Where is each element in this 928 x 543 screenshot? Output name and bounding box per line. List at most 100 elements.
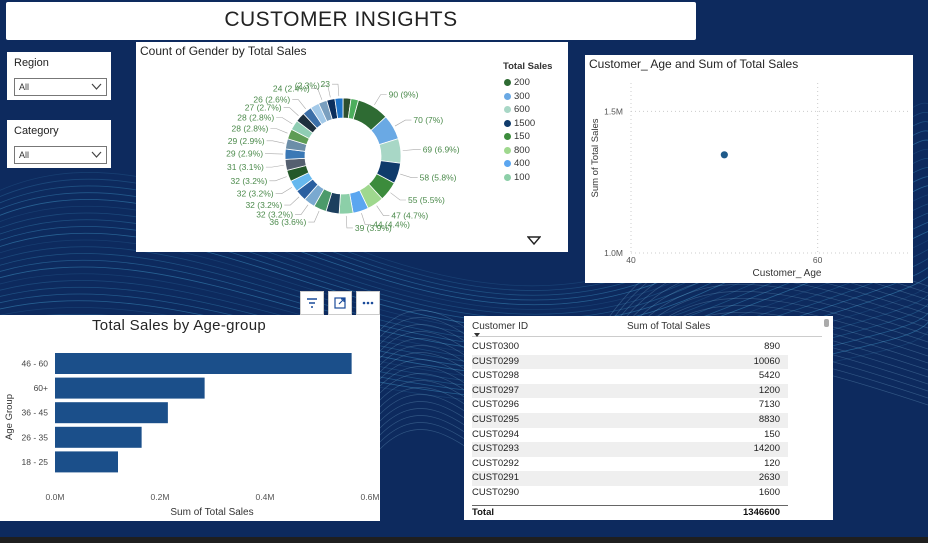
donut-data-label: 69 (6.9%) [423,145,460,155]
table-row[interactable]: CUST0293 14200 [472,442,788,457]
table-row[interactable]: CUST0296 7130 [472,398,788,413]
table-row[interactable]: CUST0294 150 [472,427,788,443]
donut-data-label: 32 (3.2%) [245,200,282,210]
category-slicer-label: Category [14,125,59,137]
legend-item[interactable]: 400 [504,157,535,171]
bar-x-label: Sum of Total Sales [170,507,253,518]
cell-total-sales: 5420 [758,370,780,382]
table-header: Customer ID Sum of Total Sales [472,321,822,337]
table-row[interactable]: CUST0300 890 [472,340,788,355]
cell-customer-id: CUST0292 [472,457,519,469]
table-row[interactable]: CUST0291 2630 [472,471,788,486]
donut-data-label: 26 (2.6%) [253,95,290,105]
scatter-x-tick: 60 [813,255,823,265]
legend-swatch [504,133,511,141]
cell-customer-id: CUST0295 [472,414,519,425]
legend-item[interactable]: 100 [504,171,535,185]
legend-label: 100 [514,171,530,183]
legend-item[interactable]: 800 [504,144,535,158]
customer-sales-table[interactable]: Customer ID Sum of Total Sales CUST0300 8… [464,316,833,520]
legend-label: 300 [514,90,530,102]
cell-total-sales: 2630 [758,472,780,484]
donut-leader-line [292,99,306,110]
table-scrollbar[interactable] [824,319,829,327]
bar-x-tick: 0.4M [256,492,275,502]
filter-icon[interactable] [300,291,324,315]
table-row[interactable]: CUST0290 1600 [472,486,788,501]
legend-label: 800 [514,144,530,156]
legend-item[interactable]: 1500 [504,117,535,131]
cell-customer-id: CUST0294 [472,428,519,440]
focus-mode-icon[interactable] [328,291,352,315]
cell-customer-id: CUST0297 [472,384,519,396]
donut-data-label: 28 (2.8%) [237,112,274,122]
bar-x-tick: 0.6M [361,492,380,502]
donut-leader-line [283,107,299,116]
scatter-y-tick: 1.0M [604,248,623,258]
donut-data-label: 58 (5.8%) [420,173,457,183]
table-row[interactable]: CUST0295 8830 [472,413,788,428]
legend-swatch [504,160,511,168]
donut-leader-line [269,176,287,182]
donut-data-label: 28 (2.8%) [232,124,269,134]
chevron-down-icon [91,83,102,90]
cell-total-sales: 8830 [758,414,780,425]
donut-leader-line [276,117,293,125]
donut-leader-line [400,173,418,178]
legend-item[interactable]: 200 [504,76,535,90]
donut-leader-line [308,210,320,223]
bar-rect [55,353,352,374]
legend-label: 150 [514,131,530,143]
bar-rect [55,426,142,448]
bar-chart-card[interactable]: Total Sales by Age-group 46 - 60 60+ 36 - … [0,315,380,521]
cell-total-sales: 150 [764,428,780,440]
category-slicer[interactable]: Category All [7,120,111,168]
cell-total-sales: 890 [764,341,780,352]
donut-data-label: 32 (3.2%) [231,176,268,186]
visual-header-toolbar [300,291,380,315]
cell-customer-id: CUST0290 [472,487,519,498]
donut-leader-line [284,196,300,206]
cell-customer-id: CUST0298 [472,370,519,382]
legend-item[interactable]: 150 [504,130,535,144]
scatter-chart[interactable]: 1.0M 1.5M 40 60 Customer_ Age Sum of Total Sa… [585,55,913,283]
more-options-icon[interactable] [356,291,380,315]
region-slicer[interactable]: Region All [7,52,111,100]
page-title: CUSTOMER INSIGHTS [224,8,458,31]
cell-customer-id: CUST0299 [472,355,519,367]
scatter-y-label: Sum of Total Sales [590,118,601,197]
donut-data-label: 29 (2.9%) [226,149,263,159]
donut-chart-card[interactable]: Count of Gender by Total Sales 90 (9%) 70… [136,42,568,252]
legend-swatch [504,106,511,114]
bar-rect [55,451,118,473]
bar-x-tick: 0.2M [151,492,170,502]
table-header-sum-total-sales[interactable]: Sum of Total Sales [627,321,710,332]
table-row[interactable]: CUST0299 10060 [472,354,788,370]
donut-data-label: 39 (3.9%) [355,223,392,233]
table-row[interactable]: CUST0297 1200 [472,383,788,399]
donut-leader-line [376,205,390,216]
table-row[interactable]: CUST0292 120 [472,456,788,472]
category-dropdown-value: All [19,150,30,160]
donut-leader-line [265,164,284,168]
donut-data-label: 70 (7%) [413,115,443,125]
category-dropdown[interactable]: All [14,146,107,164]
table-header-customer-id[interactable]: Customer ID [472,321,528,332]
bar-chart[interactable]: 46 - 60 60+ 36 - 45 26 - 35 18 - 25 0.0M 0.2M 0… [0,315,380,521]
table-total-value: 1346600 [743,507,780,518]
cell-customer-id: CUST0293 [472,443,519,455]
donut-data-label: 32 (3.2%) [256,210,293,220]
legend-scroll-down-icon[interactable] [527,236,541,246]
legend-item[interactable]: 300 [504,90,535,104]
bar-x-tick: 0.0M [46,492,65,502]
region-dropdown[interactable]: All [14,78,107,96]
scatter-chart-card[interactable]: Customer_ Age and Sum of Total Sales 1.0… [585,55,913,283]
legend-item[interactable]: 600 [504,103,535,117]
legend-swatch [504,79,511,87]
cell-total-sales: 7130 [758,399,780,411]
sort-desc-icon [474,333,480,337]
table-row[interactable]: CUST0298 5420 [472,369,788,384]
donut-leader-line [270,128,288,134]
donut-leader-line [345,215,353,229]
legend-swatch [504,119,511,127]
